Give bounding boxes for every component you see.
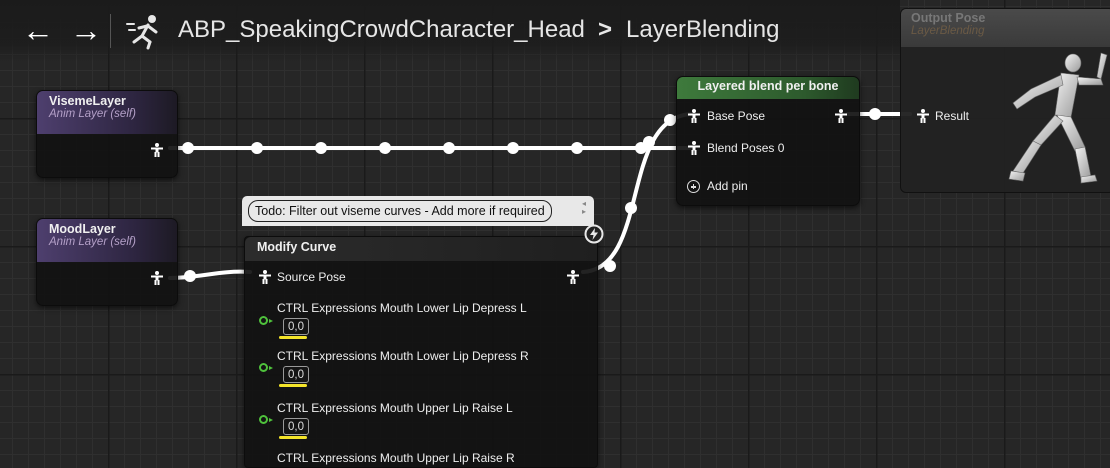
output-pose-node[interactable]: Output Pose LayerBlending Result xyxy=(900,8,1110,193)
pose-output-pin-icon[interactable] xyxy=(151,271,163,285)
curve-value-field[interactable]: 0,0 xyxy=(283,418,309,435)
comment-text: Todo: Filter out viseme curves - Add mor… xyxy=(248,200,552,222)
node-header: MoodLayer Anim Layer (self) xyxy=(37,219,177,262)
graph-toolbar: ← → ABP_SpeakingCrowdCharacter_Head > La… xyxy=(0,0,900,62)
node-header: Layered blend per bone xyxy=(677,77,859,99)
mood-layer-node[interactable]: MoodLayer Anim Layer (self) xyxy=(36,218,178,306)
highlight-underline xyxy=(279,436,307,439)
pose-input-pin-icon[interactable] xyxy=(688,141,700,155)
node-title: Layered blend per bone xyxy=(697,79,839,93)
pose-output-pin-icon[interactable] xyxy=(835,109,847,123)
curve-value-field[interactable]: 0,0 xyxy=(283,318,309,335)
comment-pin-icon[interactable]: ◂ ▸ xyxy=(582,200,590,218)
wire-mood-to-modify xyxy=(168,269,252,280)
pose-output-pin-icon[interactable] xyxy=(567,270,579,284)
add-pin-icon[interactable] xyxy=(687,180,700,193)
breadcrumb-layer[interactable]: LayerBlending xyxy=(626,16,779,44)
node-title: Modify Curve xyxy=(257,240,337,254)
node-title: Output Pose xyxy=(911,11,986,25)
mannequin-running-icon xyxy=(1008,52,1108,184)
pose-output-pin-icon[interactable] xyxy=(151,143,163,157)
wire-modify-to-basepose xyxy=(581,112,692,274)
node-header: VisemeLayer Anim Layer (self) xyxy=(37,91,177,134)
pin-label-blend-poses: Blend Poses 0 xyxy=(707,141,785,155)
curve-name: CTRL Expressions Mouth Lower Lip Depress… xyxy=(277,349,529,363)
curve-input-pin-icon[interactable] xyxy=(259,316,273,325)
fast-path-icon xyxy=(584,224,604,244)
breadcrumb-separator: > xyxy=(598,16,613,43)
node-header: Output Pose LayerBlending xyxy=(901,9,1110,47)
curve-value-field[interactable]: 0,0 xyxy=(283,366,309,383)
node-subtitle: LayerBlending xyxy=(911,25,985,37)
pin-label-result: Result xyxy=(935,109,970,123)
node-subtitle: Anim Layer (self) xyxy=(49,108,136,120)
curve-name: CTRL Expressions Mouth Lower Lip Depress… xyxy=(277,301,527,315)
add-pin-button[interactable]: Add pin xyxy=(707,179,748,193)
layered-blend-node[interactable]: Layered blend per bone Base Pose Blend P… xyxy=(676,76,860,206)
pose-input-pin-icon[interactable] xyxy=(688,109,700,123)
highlight-underline xyxy=(279,336,307,339)
highlight-underline xyxy=(279,384,307,387)
breadcrumb-graph[interactable]: ABP_SpeakingCrowdCharacter_Head xyxy=(178,16,585,44)
node-title: MoodLayer xyxy=(49,222,116,236)
pin-label-source-pose: Source Pose xyxy=(277,270,346,284)
curve-name: CTRL Expressions Mouth Upper Lip Raise L xyxy=(277,401,513,415)
back-button[interactable]: ← xyxy=(22,14,54,46)
comment-bubble[interactable]: Todo: Filter out viseme curves - Add mor… xyxy=(242,196,594,226)
node-header: Modify Curve xyxy=(245,237,597,261)
pose-input-pin-icon[interactable] xyxy=(259,270,271,284)
modify-curve-node[interactable]: Modify Curve Source Pose CTRL Expression… xyxy=(244,236,598,468)
node-subtitle: Anim Layer (self) xyxy=(49,236,136,248)
curve-input-pin-icon[interactable] xyxy=(259,363,273,372)
running-man-icon xyxy=(126,15,158,50)
curve-name: CTRL Expressions Mouth Upper Lip Raise R xyxy=(277,451,515,465)
curve-input-pin-icon[interactable] xyxy=(259,415,273,424)
toolbar-divider xyxy=(110,14,111,48)
forward-button[interactable]: → xyxy=(70,14,102,46)
pose-input-pin-icon[interactable] xyxy=(917,109,929,123)
viseme-layer-node[interactable]: VisemeLayer Anim Layer (self) xyxy=(36,90,178,178)
node-title: VisemeLayer xyxy=(49,94,126,108)
pin-label-base-pose: Base Pose xyxy=(707,109,766,123)
